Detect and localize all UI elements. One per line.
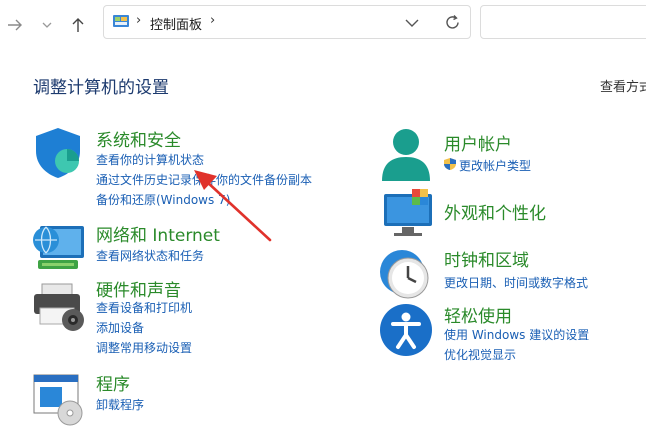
view-by-label: 查看方式 — [600, 80, 646, 95]
search-input[interactable] — [480, 5, 646, 39]
programs-icon — [33, 374, 83, 426]
page-title: 调整计算机的设置 — [33, 78, 169, 98]
category-programs[interactable]: 程序 — [96, 370, 130, 395]
up-button[interactable] — [67, 14, 89, 36]
refresh-icon[interactable] — [444, 14, 461, 31]
appearance-icon — [384, 189, 432, 236]
link-windows-recommended-settings[interactable]: 使用 Windows 建议的设置 — [444, 326, 589, 343]
arrow-up-icon — [72, 18, 84, 32]
category-user-accounts[interactable]: 用户帐户 — [444, 130, 512, 155]
shield-icon — [36, 128, 80, 178]
breadcrumb-separator[interactable]: › — [210, 13, 215, 28]
link-add-device[interactable]: 添加设备 — [96, 319, 144, 336]
chevron-down-icon — [42, 22, 52, 28]
link-uninstall-program[interactable]: 卸载程序 — [96, 396, 144, 413]
breadcrumb-control-panel[interactable]: 控制面板 — [150, 14, 202, 33]
link-devices-printers[interactable]: 查看设备和打印机 — [96, 299, 192, 316]
control-panel-icon — [113, 15, 129, 27]
link-optimize-visual-display[interactable]: 优化视觉显示 — [444, 346, 516, 363]
user-icon — [382, 129, 430, 181]
arrow-right-icon — [8, 19, 22, 31]
clock-icon — [380, 250, 429, 299]
category-ease-of-access[interactable]: 轻松使用 — [444, 302, 512, 327]
category-clock-region[interactable]: 时钟和区域 — [444, 246, 529, 271]
link-mobility-settings[interactable]: 调整常用移动设置 — [96, 339, 192, 356]
link-change-date-time-format[interactable]: 更改日期、时间或数字格式 — [444, 274, 588, 291]
printer-icon — [34, 283, 84, 331]
link-change-account-type[interactable]: 更改帐户类型 — [459, 157, 531, 174]
address-bar[interactable]: › 控制面板 › — [103, 5, 471, 39]
annotation-arrow — [194, 170, 272, 242]
category-appearance[interactable]: 外观和个性化 — [444, 199, 546, 224]
recent-locations-button[interactable] — [36, 14, 58, 36]
back-button[interactable] — [4, 14, 26, 36]
chevron-down-icon[interactable] — [405, 19, 419, 28]
network-icon — [33, 226, 84, 269]
breadcrumb-separator: › — [136, 13, 142, 28]
uac-shield-icon — [444, 158, 456, 170]
category-system-security[interactable]: 系统和安全 — [96, 126, 181, 151]
accessibility-icon — [380, 304, 432, 356]
category-hardware-sound[interactable]: 硬件和声音 — [96, 276, 181, 301]
